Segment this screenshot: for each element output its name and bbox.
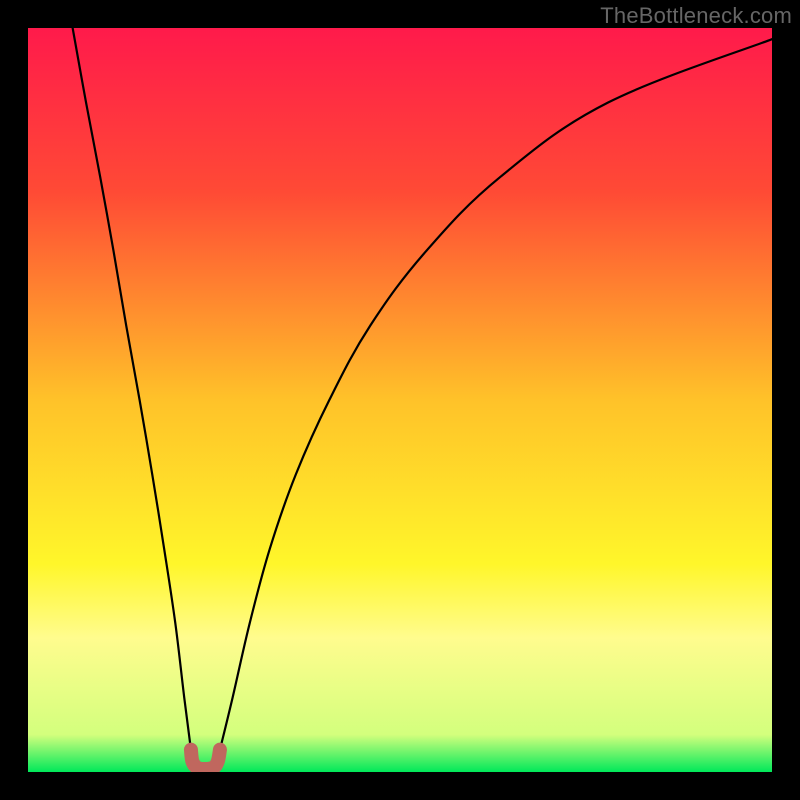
- bottleneck-chart: [28, 28, 772, 772]
- chart-frame: TheBottleneck.com: [0, 0, 800, 800]
- watermark-text: TheBottleneck.com: [600, 3, 792, 29]
